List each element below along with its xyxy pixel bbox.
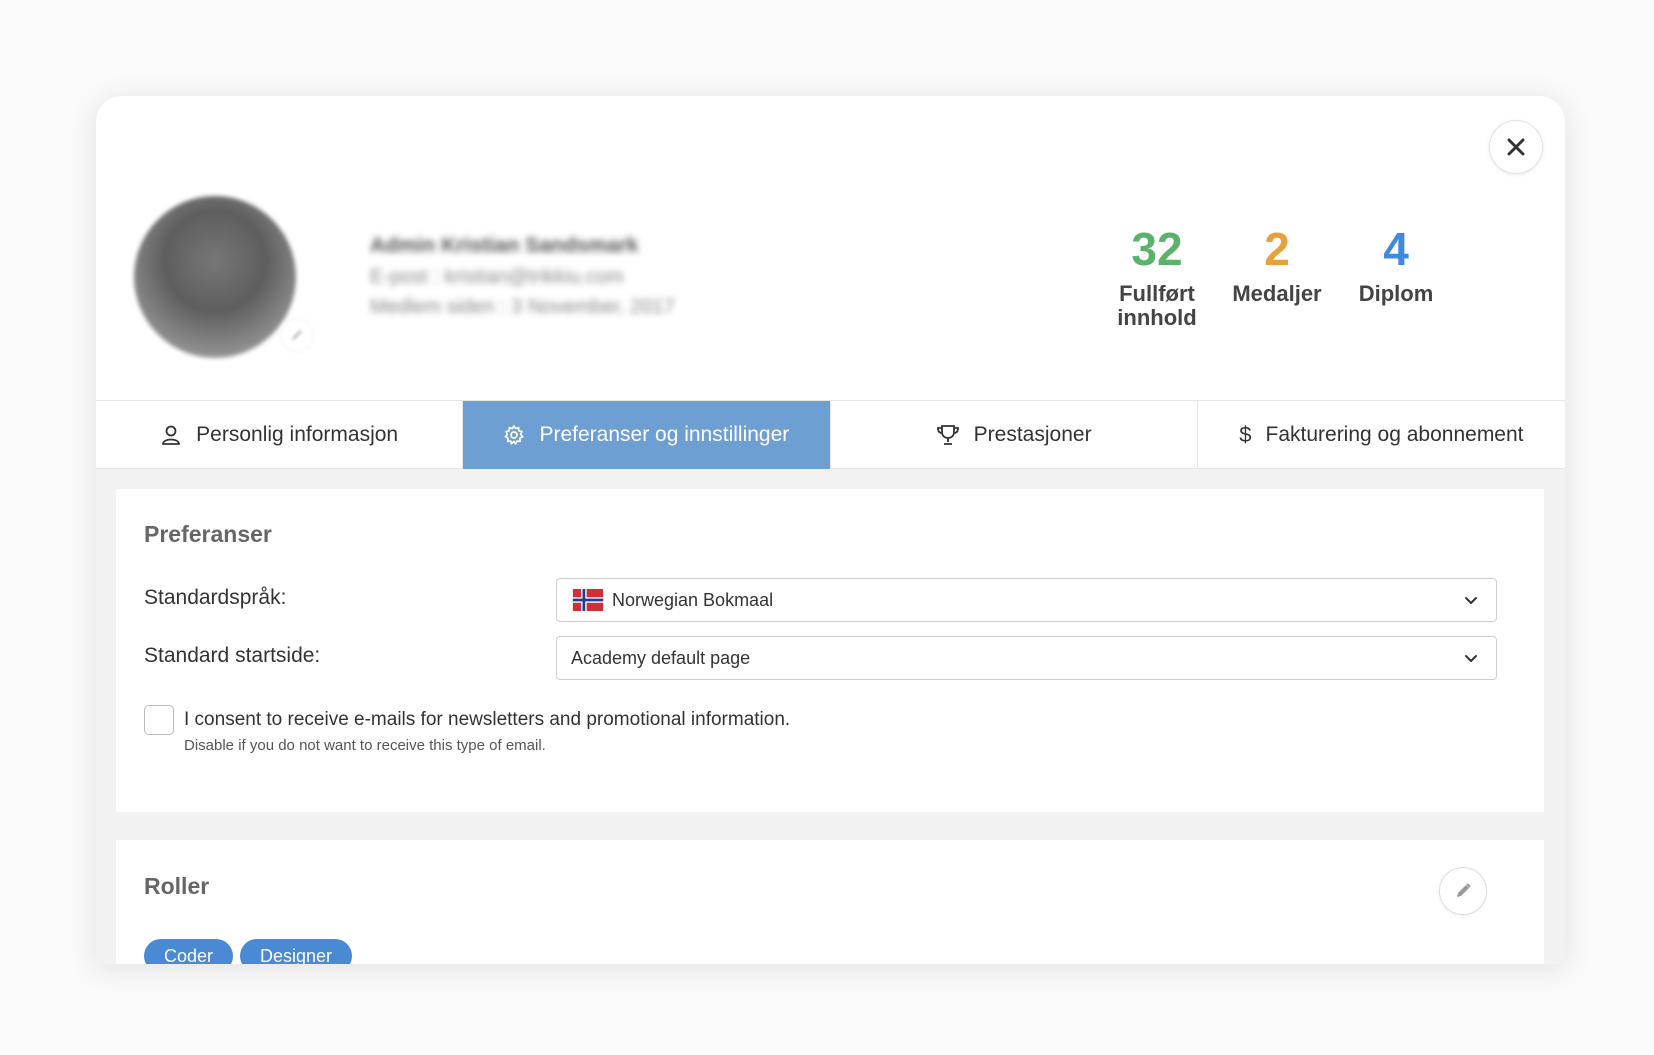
tab-label: Preferanser og innstillinger <box>539 423 790 446</box>
avatar[interactable] <box>134 196 296 358</box>
tab-label: Prestasjoner <box>973 423 1092 446</box>
consent-label: I consent to receive e-mails for newslet… <box>184 709 791 730</box>
member-since: Medlem siden : 3 November, 2017 <box>370 296 675 318</box>
user-icon <box>162 425 181 445</box>
consent-sublabel: Disable if you do not want to receive th… <box>184 737 546 754</box>
role-tag-designer: Designer <box>240 939 353 964</box>
norway-flag-icon <box>572 589 604 611</box>
user-email: E-post : kristian@trikkiu.com <box>370 266 624 288</box>
roles-title: Roller <box>144 873 210 899</box>
preferences-card: Preferanser Standardspråk: Norwegian Bok… <box>116 489 1544 812</box>
gear-icon <box>505 425 524 445</box>
profile-modal: Admin Kristian Sandsmark E-post : kristi… <box>96 96 1565 964</box>
stat-completed: 32 Fullført innhold <box>1097 224 1217 330</box>
tab-label: Personlig informasjon <box>196 423 399 446</box>
stat-completed-value: 32 <box>1131 223 1183 275</box>
pencil-icon <box>292 330 302 340</box>
user-name: Admin Kristian Sandsmark <box>370 234 639 257</box>
chevron-down-icon <box>1465 597 1477 604</box>
tab-achievements[interactable]: Prestasjoner <box>831 401 1198 469</box>
stat-diplomas-label: Diplom <box>1358 281 1434 306</box>
language-label: Standardspråk: <box>144 586 287 609</box>
tab-label: Fakturering og abonnement <box>1265 423 1524 446</box>
edit-roles-button[interactable] <box>1439 867 1487 915</box>
roles-card: Roller Coder Designer <box>116 840 1544 964</box>
profile-header: Admin Kristian Sandsmark E-post : kristi… <box>96 96 1565 400</box>
pencil-icon <box>1457 883 1471 897</box>
avatar-edit-button[interactable] <box>280 318 314 352</box>
tab-preferences[interactable]: Preferanser og innstillinger <box>463 401 831 469</box>
chevron-down-icon <box>1465 655 1477 662</box>
startpage-value: Academy default page <box>571 647 751 668</box>
preferences-title: Preferanser <box>144 521 272 547</box>
language-select[interactable]: Norwegian Bokmaal <box>556 578 1497 622</box>
stat-medals-label: Medaljer <box>1232 281 1322 306</box>
tab-personal-info[interactable]: Personlig informasjon <box>96 401 464 469</box>
user-info: Admin Kristian Sandsmark E-post : kristi… <box>370 234 675 326</box>
tab-bar: Personlig informasjon Preferanser og inn… <box>96 400 1565 469</box>
close-button[interactable] <box>1489 120 1543 174</box>
role-tag-coder: Coder <box>144 939 234 964</box>
trophy-icon <box>936 425 959 445</box>
dollar-icon: $ <box>1239 422 1252 447</box>
close-icon <box>1507 138 1525 156</box>
consent-checkbox[interactable] <box>144 705 174 735</box>
stat-medals-value: 2 <box>1264 223 1290 275</box>
language-value: Norwegian Bokmaal <box>612 589 774 610</box>
stat-diplomas: 4 Diplom <box>1336 224 1456 306</box>
startpage-select[interactable]: Academy default page <box>556 636 1497 680</box>
tab-billing[interactable]: $ Fakturering og abonnement <box>1198 401 1565 469</box>
startpage-label: Standard startside: <box>144 644 321 667</box>
stat-diplomas-value: 4 <box>1383 223 1409 275</box>
stat-completed-label: Fullført innhold <box>1117 281 1197 330</box>
stat-medals: 2 Medaljer <box>1217 224 1337 306</box>
